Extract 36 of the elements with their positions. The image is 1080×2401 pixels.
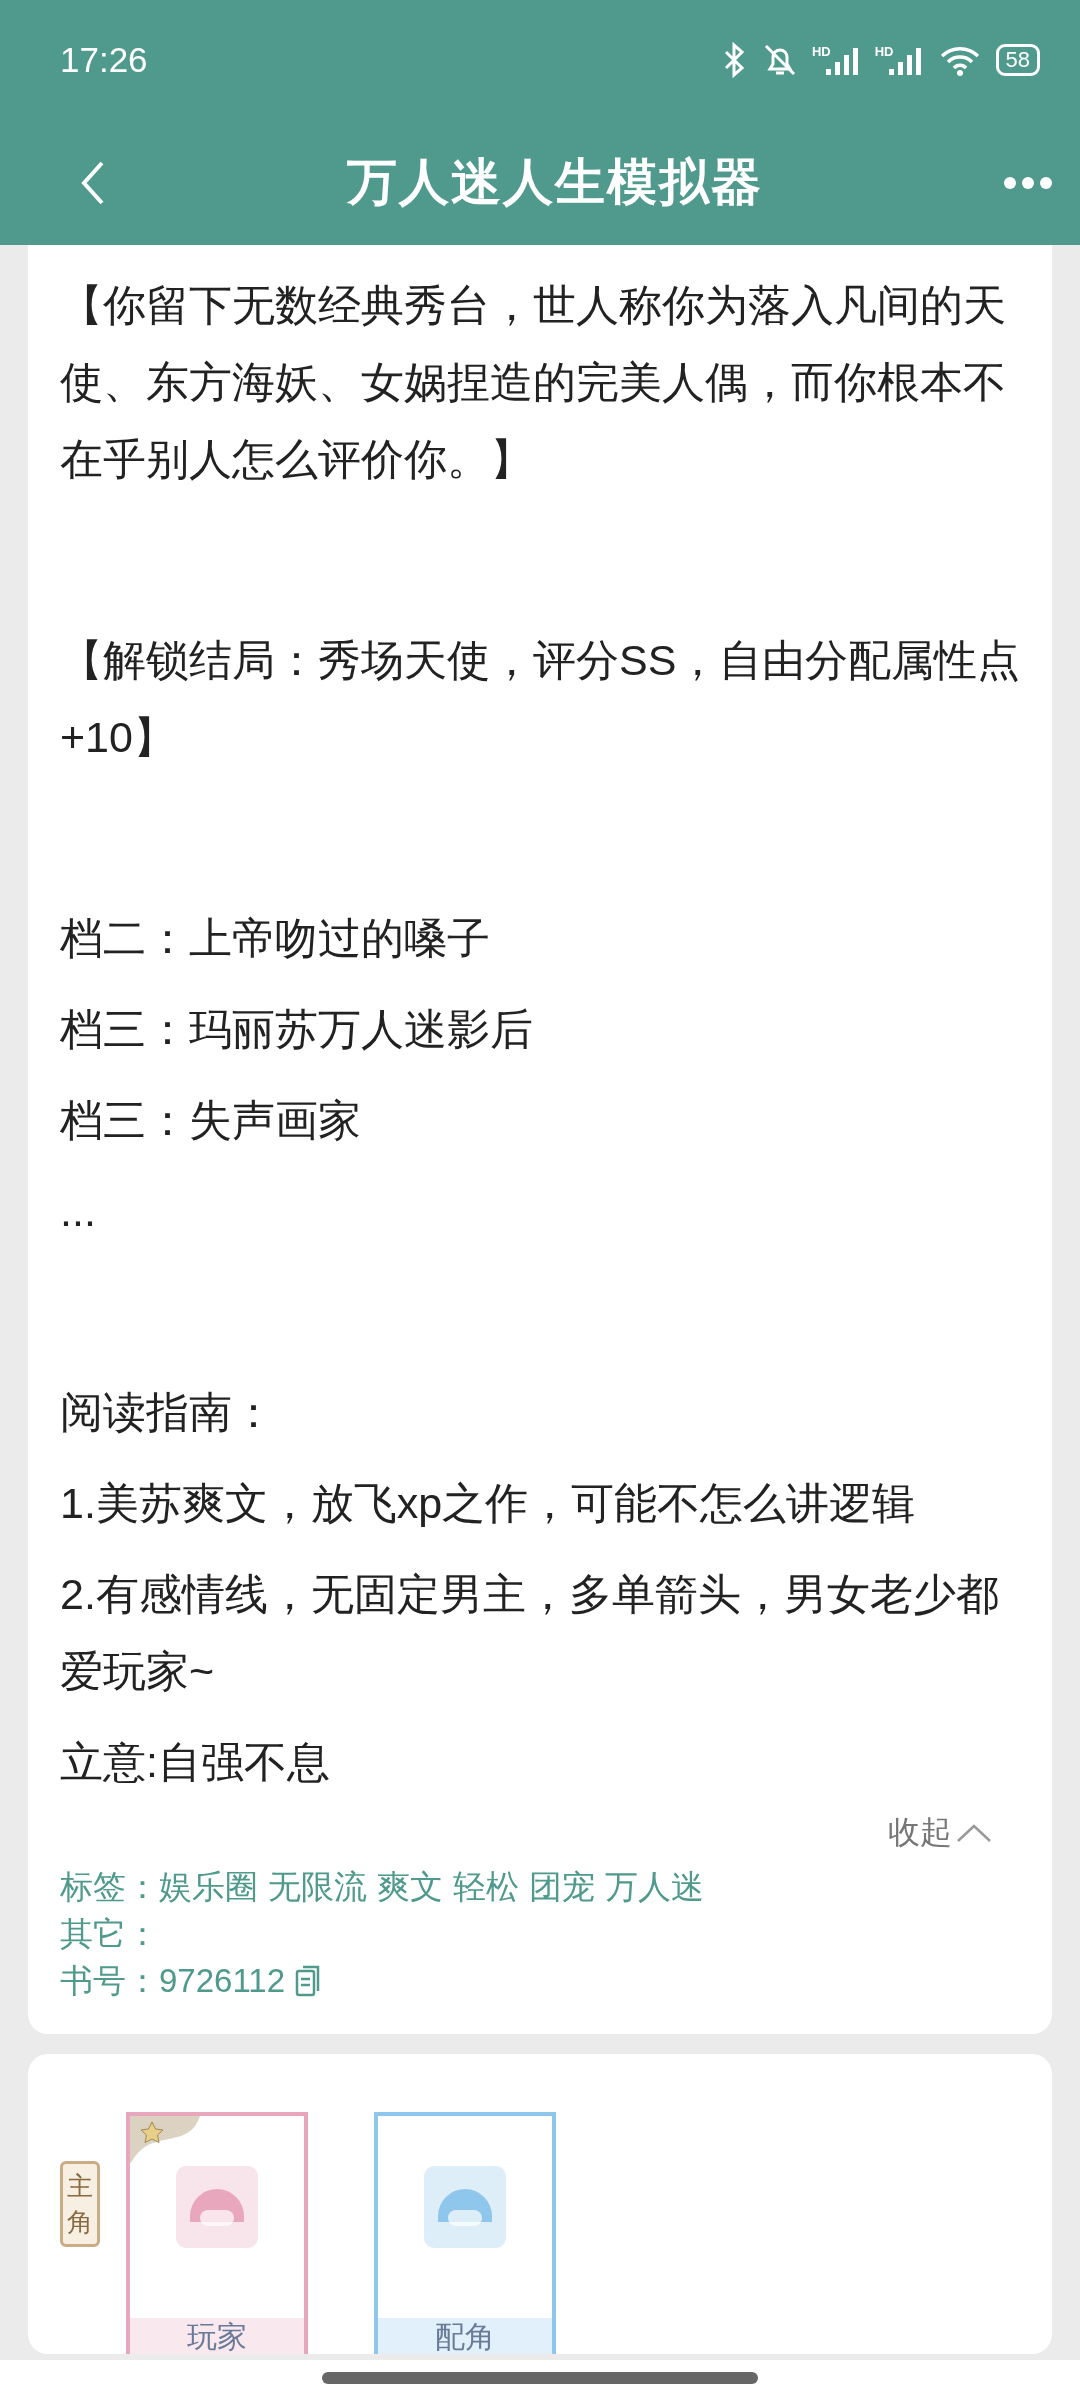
intro-paragraph: 档三：玛丽苏万人迷影后 <box>60 1004 534 1055</box>
book-number: 书号：9726112 <box>60 1961 286 2001</box>
tags-label: 标签： <box>60 1867 159 1907</box>
avatar-icon <box>176 2166 258 2248</box>
status-time: 17:26 <box>60 40 148 80</box>
more-icon[interactable] <box>1004 176 1052 189</box>
character-name: 玩家 <box>130 2318 304 2354</box>
tag-link[interactable]: 爽文 <box>377 1863 443 1910</box>
copy-icon[interactable] <box>295 1964 322 1997</box>
intro-paragraph: 阅读指南： <box>60 1387 276 1438</box>
character-card[interactable]: 配角 <box>374 2112 556 2354</box>
tag-link[interactable]: 万人迷 <box>605 1863 704 1910</box>
intro-paragraph: 2.有感情线，无固定男主，多单箭头，男女老少都爱玩家~ <box>60 1569 1000 1697</box>
intro-paragraph: 【解锁结局：秀场天使，评分SS，自由分配属性点+10】 <box>60 635 1022 763</box>
tag-link[interactable]: 团宠 <box>529 1863 595 1910</box>
intro-paragraph: 【你留下无数经典秀台，世人称你为落入凡间的天使、东方海妖、女娲捏造的完美人偶，而你根本不在乎别人怎么评价你。】 <box>60 280 1007 485</box>
network-label: HD <box>874 45 894 58</box>
tag-link[interactable]: 轻松 <box>453 1863 519 1910</box>
tag-link[interactable]: 无限流 <box>268 1863 367 1910</box>
network-label: HD <box>811 45 831 58</box>
collapse-link[interactable]: 收起 <box>888 1811 992 1855</box>
lead-role-badge: 主角 <box>60 2161 100 2247</box>
character-name: 配角 <box>378 2318 552 2354</box>
intro-paragraph: 档三：失声画家 <box>60 1095 362 1146</box>
battery-indicator: 58 <box>995 44 1040 76</box>
back-icon[interactable] <box>80 159 106 206</box>
chevron-up-icon <box>956 1823 992 1843</box>
other-label: 其它： <box>60 1914 159 1954</box>
character-card[interactable]: 玩家 <box>126 2112 308 2354</box>
intro-paragraph: ... <box>60 1186 97 1237</box>
intro-paragraph: 立意:自强不息 <box>60 1737 331 1788</box>
page-title: 万人迷人生模拟器 <box>347 153 763 212</box>
intro-paragraph: 1.美苏爽文，放飞xp之作，可能不怎么讲逻辑 <box>60 1478 917 1529</box>
avatar-icon <box>424 2166 506 2248</box>
intro-paragraph: 档二：上帝吻过的嗓子 <box>60 913 491 964</box>
tag-link[interactable]: 娱乐圈 <box>159 1863 258 1910</box>
